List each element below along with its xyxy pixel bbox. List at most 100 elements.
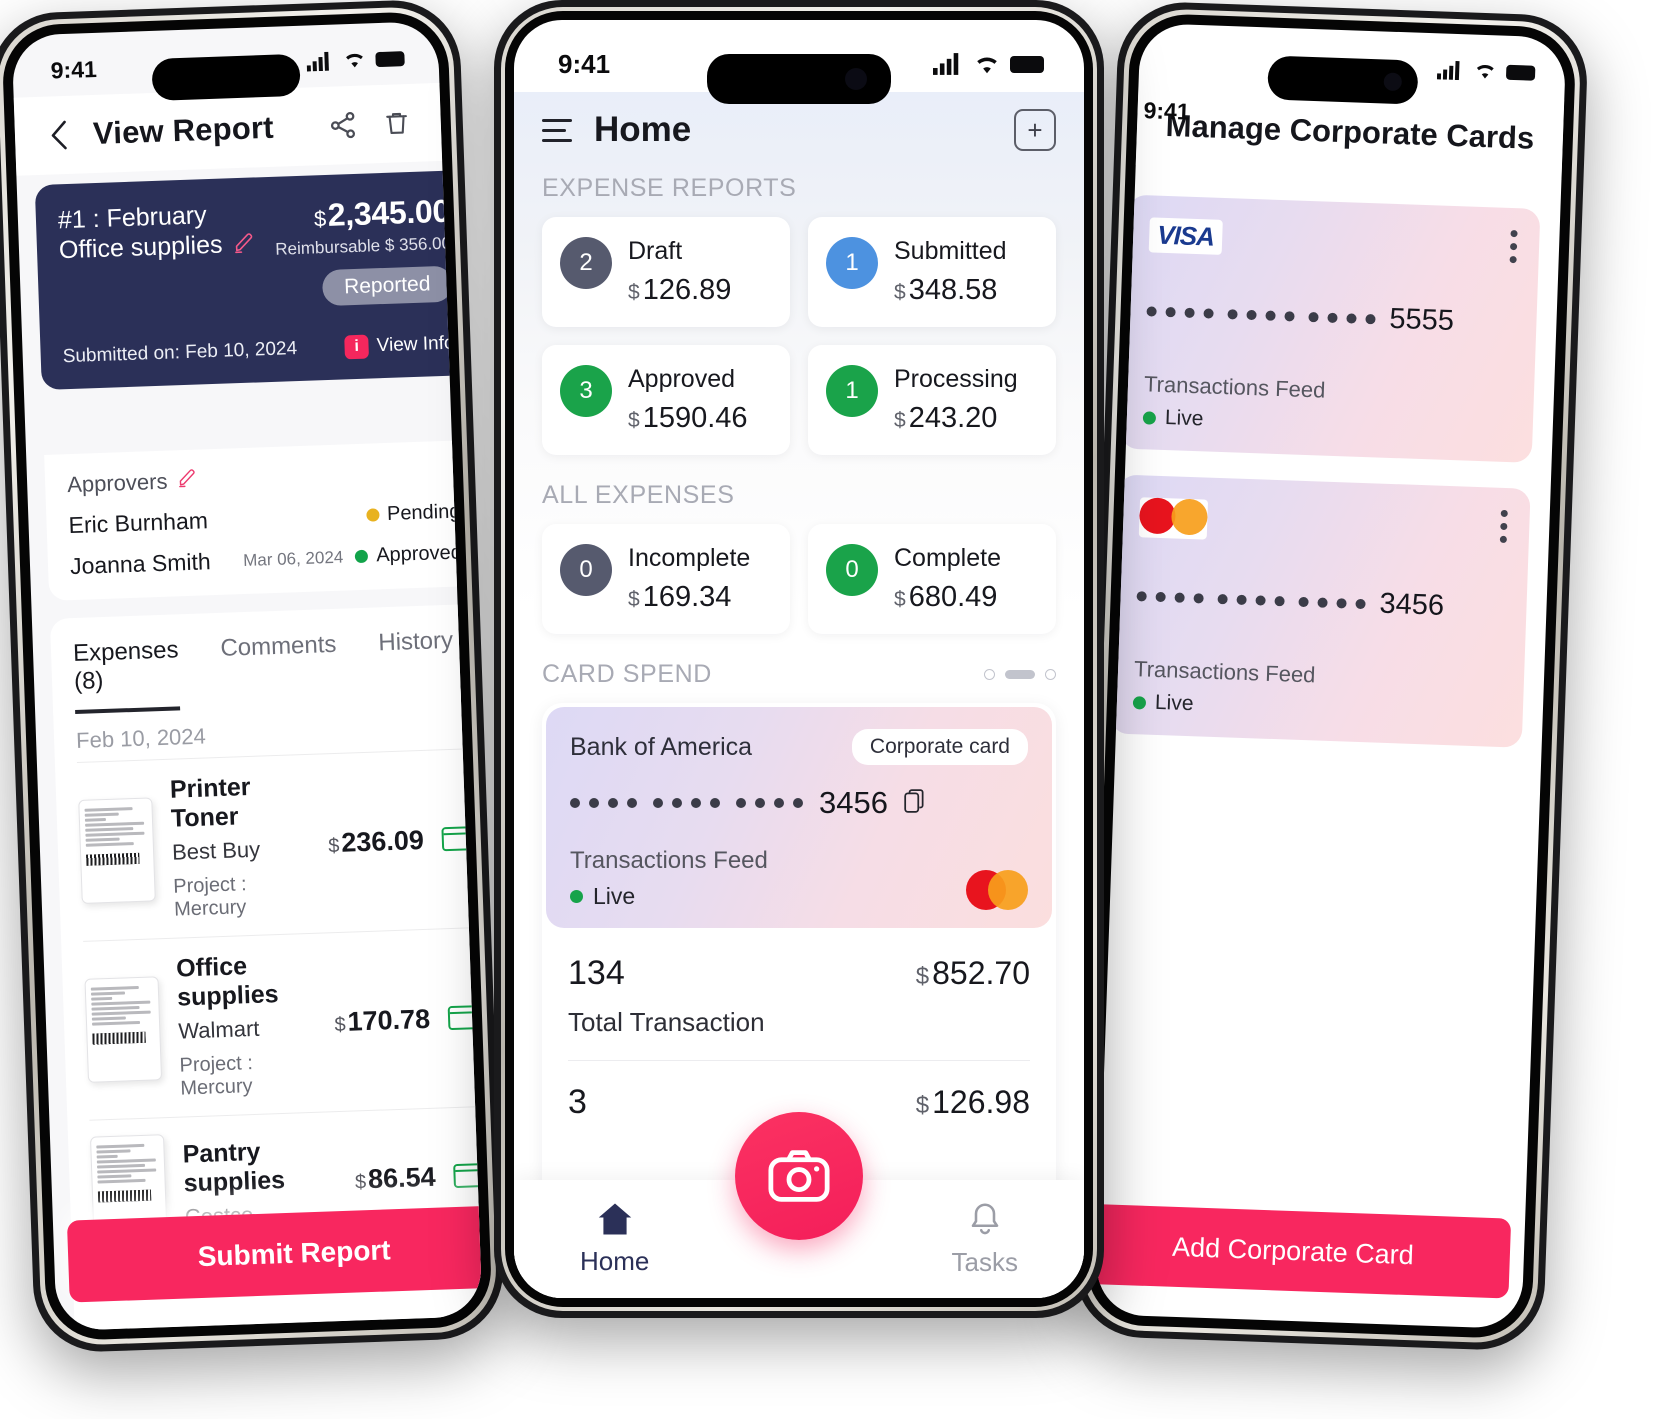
- bell-icon: [971, 1202, 999, 1234]
- receipt-thumbnail[interactable]: [84, 976, 163, 1083]
- card-number: 3456: [1136, 579, 1505, 625]
- stat-amount-value: 126.89: [642, 274, 732, 306]
- stat-card-approved[interactable]: 3 Approved $1590.46: [542, 345, 790, 455]
- approvers-section: Approvers Eric Burnham Pending Joanna Sm…: [44, 439, 483, 601]
- add-button[interactable]: +: [1014, 109, 1056, 151]
- wifi-icon: [346, 53, 363, 68]
- battery-icon: [1505, 64, 1536, 81]
- corporate-card-bottom: Transactions Feed Live: [570, 847, 1028, 910]
- transaction-total: $126.98: [916, 1084, 1030, 1121]
- approvers-label: Approvers: [66, 468, 168, 498]
- approver-status: Approved: [355, 541, 462, 568]
- tab-home[interactable]: Home: [580, 1202, 649, 1277]
- transaction-total-value: 852.70: [932, 955, 1030, 991]
- stat-amount: $348.58: [894, 274, 1007, 307]
- expense-amount-value: 86.54: [367, 1161, 437, 1194]
- expense-row[interactable]: Office supplies Walmart Project : Mercur…: [83, 927, 482, 1120]
- tab-tasks[interactable]: Tasks: [952, 1201, 1018, 1278]
- capture-receipt-button[interactable]: [735, 1112, 863, 1240]
- delete-button[interactable]: [376, 103, 417, 144]
- phone-view-report: 9:41 View Report #1: February Office su…: [0, 0, 506, 1354]
- corporate-card-item[interactable]: VISA 5555 Transactions Feed Live: [1119, 194, 1541, 463]
- stat-amount-value: 243.20: [908, 402, 998, 434]
- expense-name: Printer Toner: [169, 772, 251, 833]
- cellular-icon: [1436, 60, 1460, 80]
- transactions-feed-block: Transactions Feed Live: [570, 847, 768, 910]
- tab-history[interactable]: History: [377, 605, 455, 704]
- stat-card-body: Approved $1590.46: [628, 365, 748, 435]
- corporate-card-item-top: VISA: [1148, 217, 1518, 265]
- status-dot-icon: [1142, 410, 1157, 425]
- report-amount-block: $2,345.00 Reimbursable $ 356.00 Reported: [274, 192, 454, 308]
- battery-icon: [375, 50, 405, 67]
- page-title: Manage Corporate Cards: [1165, 107, 1535, 156]
- phone3-screen: 9:41 Manage Corporate Cards VISA 5555 Tr…: [1095, 22, 1567, 1330]
- pagination-dot[interactable]: [984, 669, 995, 680]
- pencil-icon[interactable]: [177, 468, 198, 495]
- pagination-dot[interactable]: [1045, 669, 1056, 680]
- pencil-glyph: [235, 232, 253, 253]
- receipt-thumbnail[interactable]: [78, 797, 156, 904]
- card-last4: 3456: [819, 785, 888, 820]
- pagination-dot-active[interactable]: [1005, 670, 1035, 679]
- copy-glyph: [904, 789, 924, 813]
- add-corporate-card-button[interactable]: Add Corporate Card: [1095, 1203, 1512, 1299]
- report-total-value: 2,345.00: [327, 192, 451, 233]
- report-title-text: #1 : February Office supplies: [57, 201, 223, 264]
- corporate-card-item[interactable]: 3456 Transactions Feed Live: [1109, 474, 1531, 748]
- expense-project: Project : Mercury: [179, 1052, 254, 1100]
- stat-card-draft[interactable]: 2 Draft $126.89: [542, 217, 790, 327]
- tab-comments[interactable]: Comments: [219, 609, 338, 709]
- visa-icon: VISA: [1148, 217, 1223, 255]
- stat-amount: $1590.46: [628, 402, 748, 435]
- count-badge: 0: [560, 544, 612, 596]
- stat-amount: $680.49: [894, 581, 1001, 614]
- report-summary-top: #1 : February Office supplies $2,345.00: [57, 192, 454, 316]
- card-type-tag: Corporate card: [851, 729, 1028, 765]
- tab-home-label: Home: [580, 1245, 650, 1276]
- marketing-phone-mockup-stage: 9:41 View Report #1: February Office su…: [0, 0, 1677, 1419]
- view-info-button[interactable]: i View Info: [344, 332, 455, 360]
- expense-reports-grid: 2 Draft $126.89 1 Submitted $ 348.58 3 A…: [514, 217, 1084, 455]
- status-time: 9:41: [1143, 97, 1191, 125]
- approvers-header: Approvers: [67, 458, 460, 498]
- stat-card-submitted[interactable]: 1 Submitted $348.58: [808, 217, 1056, 327]
- expense-amount-value: 170.78: [346, 1003, 431, 1037]
- stat-label: Approved: [628, 365, 736, 393]
- status-dot-icon: [570, 890, 583, 903]
- approver-row: Eric Burnham Pending: [68, 498, 461, 539]
- status-dot-icon: [365, 508, 380, 522]
- back-button[interactable]: [38, 115, 79, 156]
- phone1-screen: 9:41 View Report #1: February Office su…: [11, 20, 483, 1332]
- status-badge: Reported: [321, 265, 454, 307]
- copy-icon[interactable]: [904, 785, 926, 821]
- carousel-pagination[interactable]: [984, 669, 1056, 680]
- trash-icon: [386, 112, 407, 135]
- submit-report-button[interactable]: Submit Report: [66, 1204, 483, 1303]
- status-time: 9:41: [558, 48, 611, 79]
- transactions-feed-label: Transactions Feed: [1133, 656, 1316, 688]
- stat-card-incomplete[interactable]: 0 Incomplete $169.34: [542, 524, 790, 634]
- tab-expenses[interactable]: Expenses (8): [71, 614, 181, 715]
- transactions-feed-label: Transactions Feed: [570, 847, 768, 874]
- expense-amount: $86.54: [354, 1161, 436, 1195]
- stat-card-processing[interactable]: 1 Processing $243.20: [808, 345, 1056, 455]
- approver-name: Joanna Smith: [69, 548, 212, 580]
- expense-name: Office supplies: [175, 952, 280, 1012]
- stat-card-complete[interactable]: 0 Complete $680.49: [808, 524, 1056, 634]
- kebab-menu-icon[interactable]: [1499, 509, 1508, 544]
- share-button[interactable]: [322, 105, 363, 146]
- pencil-icon[interactable]: [233, 231, 256, 261]
- kebab-menu-icon[interactable]: [1509, 229, 1518, 264]
- hamburger-icon[interactable]: [542, 112, 572, 149]
- transaction-total-value: 126.98: [932, 1084, 1030, 1120]
- currency-symbol: $: [915, 963, 930, 990]
- corporate-card[interactable]: Bank of America Corporate card 3456 Tran…: [546, 707, 1052, 928]
- currency-symbol: $: [334, 1013, 347, 1036]
- status-indicators: [1436, 60, 1536, 82]
- report-summary-card[interactable]: #1 : February Office supplies $2,345.00: [34, 169, 478, 390]
- page-title: Home: [594, 110, 692, 149]
- currency-symbol: $: [894, 409, 906, 432]
- chevron-left-icon: [51, 120, 67, 150]
- expense-row[interactable]: Printer Toner Best Buy Project : Mercury…: [76, 748, 475, 941]
